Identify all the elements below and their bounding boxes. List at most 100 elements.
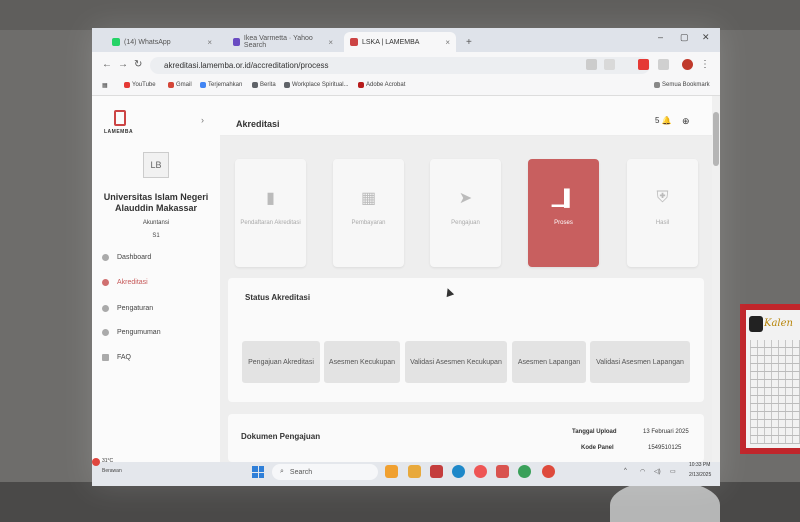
step-pendaftaran[interactable]: ▮ Pendaftaran Akreditasi [235,159,306,267]
sidebar-item-label: Pengumuman [117,329,161,336]
close-window-icon[interactable]: ✕ [702,32,710,43]
minimize-icon[interactable]: – [658,32,663,42]
whatsapp-icon [112,38,120,46]
sidebar-item-faq[interactable]: FAQ [102,354,131,361]
announcement-icon [102,329,109,336]
step-label: Pendaftaran Akreditasi [240,220,301,226]
avatar: LB [143,152,169,178]
sidebar-item-dashboard[interactable]: Dashboard [102,254,151,261]
step-pengajuan[interactable]: ➤ Pengajuan [430,159,501,267]
bookmark-workplace[interactable]: Workplace Spiritual... [284,82,349,88]
file-explorer-icon[interactable] [408,465,421,478]
step-label: Pengajuan [451,220,480,226]
bookmark-berita[interactable]: Berita [252,82,276,88]
panel-code-value: 1549510125 [648,445,682,451]
shield-check-icon: ⛨ [656,189,669,206]
wall-calendar: Kalen [740,304,800,454]
bookmark-youtube[interactable]: YouTube [124,82,156,88]
upload-date-label: Tanggal Upload [572,429,617,435]
windows-start-icon[interactable] [252,466,264,478]
tab-label: (14) WhatsApp [124,38,171,46]
app-icon[interactable] [518,465,531,478]
university-name: Universitas Islam Negeri Alauddin Makass… [103,192,209,213]
yahoo-icon [233,38,240,46]
bookmark-terjemahkan[interactable]: Terjemahkan [200,82,242,88]
sidebar-item-pengaturan[interactable]: Pengaturan [102,305,153,312]
status-item: Pengajuan Akreditasi [242,341,320,383]
sidebar-item-label: Dashboard [117,254,152,261]
program-level: S1 [152,233,160,239]
app-icon[interactable] [496,465,509,478]
puzzle-icon[interactable] [658,59,669,70]
copilot-icon[interactable] [385,465,398,478]
sidebar-item-label: Pengaturan [117,305,154,312]
calendar-logo [749,316,763,332]
menu-icon[interactable]: ⋮ [700,59,711,70]
edge-icon[interactable] [452,465,465,478]
notification-button[interactable]: 5 🔔 [655,116,672,125]
status-title: Status Akreditasi [245,293,311,302]
new-tab-button[interactable]: + [460,32,476,52]
battery-icon[interactable]: ▭ [670,468,676,475]
extension-icon[interactable] [638,59,649,70]
wifi-icon[interactable]: ◠ [640,468,645,475]
send-icon: ➤ [458,190,473,207]
lamemba-icon [350,38,358,46]
tab-label: Ikea Varmetta · Yahoo Search [243,35,313,49]
dashboard-icon [102,254,109,261]
chrome-icon[interactable] [542,465,555,478]
step-pembayaran[interactable]: ▦ Pembayaran [333,159,404,267]
reload-icon[interactable]: ↻ [134,59,142,70]
close-icon[interactable]: × [328,38,333,47]
projected-screen: (14) WhatsApp × Ikea Varmetta · Yahoo Se… [92,28,720,486]
upload-date-value: 13 Februari 2025 [643,429,689,435]
volume-icon[interactable]: ◁) [654,468,661,475]
tab-lamemba[interactable]: LSKA | LAMEMBA × [344,32,456,52]
page-title: Akreditasi [236,119,280,129]
weather-icon[interactable] [92,458,100,466]
tray-chevron-icon[interactable]: ^ [624,468,627,474]
status-item: Asesmen Kecukupan [324,341,400,383]
calendar-title: Kalen [764,318,793,329]
clock-date[interactable]: 2/13/2025 [689,472,711,478]
bookmark-gmail[interactable]: Gmail [168,82,192,88]
chart-icon: ▁▌ [551,190,576,207]
scrollbar[interactable] [712,96,720,462]
bookmark-acrobat[interactable]: Adobe Acrobat [358,82,405,88]
close-icon[interactable]: × [207,38,212,47]
tab-label: LSKA | LAMEMBA [362,38,420,46]
step-label: Pembayaran [351,220,386,226]
sidebar-item-pengumuman[interactable]: Pengumuman [102,329,161,336]
maximize-icon[interactable]: ▢ [680,32,689,43]
translate-icon [200,82,206,88]
gmail-icon [168,82,174,88]
step-proses[interactable]: ▁▌ Proses [528,159,599,267]
document-title: Dokumen Pengajuan [241,432,321,441]
opera-icon[interactable] [474,465,487,478]
apps-icon[interactable]: ▦ [102,82,108,89]
logout-icon[interactable]: ⊕ [682,116,690,127]
acrobat-icon [358,82,364,88]
close-icon[interactable]: × [445,38,450,47]
tab-yahoo[interactable]: Ikea Varmetta · Yahoo Search × [227,32,339,52]
weather-description: Berawan [102,468,122,474]
youtube-icon [124,82,130,88]
taskbar-search[interactable]: ⌕ Search [272,464,378,480]
step-hasil[interactable]: ⛨ Hasil [627,159,698,267]
tab-whatsapp[interactable]: (14) WhatsApp × [106,32,218,52]
star-icon[interactable] [604,59,615,70]
forward-icon[interactable]: → [118,59,128,70]
scroll-thumb[interactable] [713,112,719,166]
url-text[interactable]: akreditasi.lamemba.or.id/accreditation/p… [164,61,329,70]
translate-icon[interactable] [586,59,597,70]
app-icon[interactable] [430,465,443,478]
chevron-right-icon[interactable]: › [201,115,204,125]
all-bookmarks[interactable]: Semua Bookmark [654,82,710,88]
profile-icon[interactable] [682,59,693,70]
search-placeholder: Search [289,468,313,476]
gear-icon [102,305,109,312]
sidebar-item-akreditasi[interactable]: Akreditasi [102,279,148,286]
status-item: Asesmen Lapangan [512,341,586,383]
clock-time[interactable]: 10:33 PM [689,462,710,468]
back-icon[interactable]: ← [102,59,112,70]
